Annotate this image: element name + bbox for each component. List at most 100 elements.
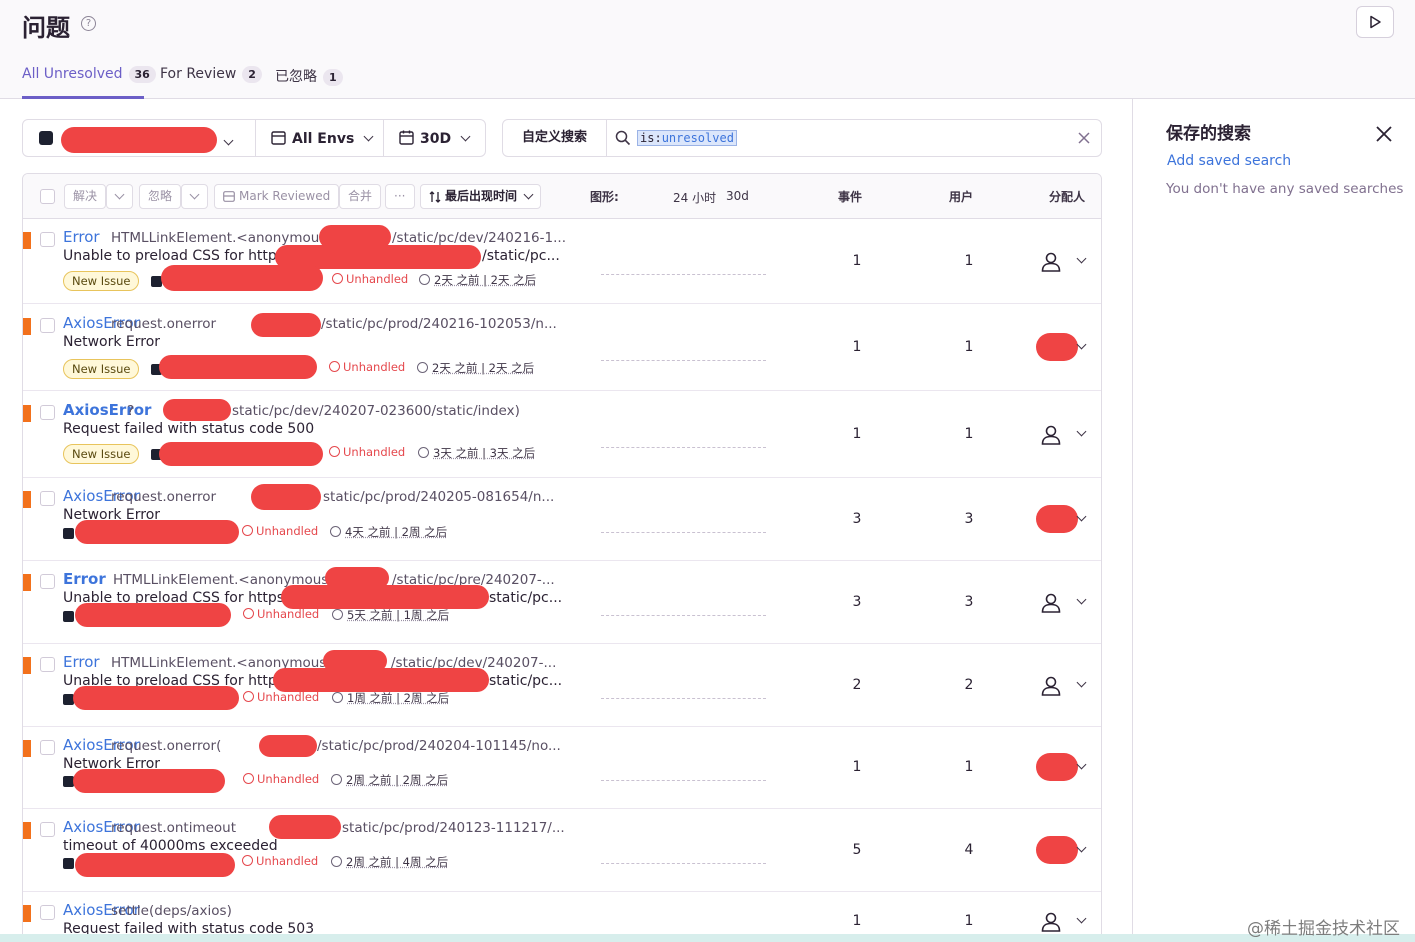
user-icon	[1041, 912, 1061, 932]
chevron-down-icon	[523, 189, 534, 200]
row-checkbox[interactable]	[40, 318, 55, 333]
issue-row[interactable]: Error HTMLLinkElement.<anonymous>/static/…	[23, 561, 1101, 644]
redacted-region	[281, 585, 489, 609]
sort-dropdown[interactable]: 最后出现时间	[420, 184, 542, 209]
row-checkbox[interactable]	[40, 574, 55, 589]
unhandled-label: Unhandled	[343, 445, 406, 459]
issue-row[interactable]: AxiosError request.onerror/static/pc/prod…	[23, 305, 1101, 391]
play-icon	[1370, 15, 1381, 29]
events-count[interactable]: 1	[842, 426, 872, 442]
clock-icon	[331, 774, 342, 785]
chevron-down-icon	[1076, 594, 1087, 604]
project-icon	[39, 131, 53, 145]
tab-ignored[interactable]: 已忽略 1	[275, 66, 343, 99]
redacted-project-name	[61, 127, 217, 153]
issue-row[interactable]: AxiosError request.ontimeout static/pc/pro…	[23, 809, 1101, 892]
clear-search-icon[interactable]	[1078, 132, 1090, 144]
env-selector[interactable]: All Envs	[271, 130, 374, 166]
play-tour-button[interactable]	[1356, 6, 1394, 38]
events-count[interactable]: 2	[842, 677, 872, 693]
help-icon[interactable]: ?	[81, 16, 96, 31]
custom-search-button[interactable]: 自定义搜索	[503, 120, 607, 156]
search-input[interactable]: is:unresolved	[637, 130, 737, 146]
redacted-region	[75, 853, 235, 877]
resolve-dropdown[interactable]	[106, 184, 133, 209]
add-saved-search-link[interactable]: Add saved search	[1167, 153, 1291, 169]
row-checkbox[interactable]	[40, 740, 55, 755]
issue-age-label: 2周 之前 | 4周 之后	[346, 855, 449, 869]
row-checkbox[interactable]	[40, 822, 55, 837]
tab-count: 1	[323, 69, 343, 86]
issue-type-link[interactable]: AxiosError	[63, 401, 151, 419]
watermark: @稀土掘金技术社区	[1247, 919, 1400, 939]
issue-age: 1周 之前 | 2周 之后	[332, 690, 449, 706]
issue-type-link[interactable]: Error	[63, 653, 100, 671]
users-count[interactable]: 1	[954, 913, 984, 929]
tab-for-review[interactable]: For Review 2	[160, 66, 262, 99]
events-count[interactable]: 3	[842, 511, 872, 527]
clock-icon	[331, 856, 342, 867]
mark-reviewed-button[interactable]: Mark Reviewed	[214, 184, 340, 209]
events-count[interactable]: 1	[842, 253, 872, 269]
issue-row[interactable]: AxiosError request.onerror static/pc/prod/…	[23, 478, 1101, 561]
level-indicator	[23, 232, 31, 249]
row-checkbox[interactable]	[40, 905, 55, 920]
unhandled-tag: Unhandled	[243, 607, 319, 621]
issue-row[interactable]: AxiosError request.onerror(/static/pc/pro…	[23, 727, 1101, 809]
issue-type-link[interactable]: Error	[63, 228, 100, 246]
events-count[interactable]: 5	[842, 842, 872, 858]
more-actions-button[interactable]: ···	[385, 184, 415, 209]
events-count[interactable]: 1	[842, 759, 872, 775]
issue-age-label: 2天 之前 | 2天 之后	[434, 273, 537, 287]
saved-searches-panel: 保存的搜索 Add saved search You don't have an…	[1132, 99, 1415, 942]
row-checkbox[interactable]	[40, 232, 55, 247]
issue-message-tail: static/pc...	[489, 590, 563, 606]
issue-type-link[interactable]: Error	[63, 570, 106, 588]
skull-icon	[329, 361, 340, 372]
users-count[interactable]: 1	[954, 759, 984, 775]
unhandled-tag: Unhandled	[329, 445, 405, 459]
merge-button[interactable]: 合并	[339, 184, 382, 209]
graph-24h-toggle[interactable]: 24 小时	[673, 189, 716, 206]
issue-row[interactable]: AxiosError? static/pc/dev/240207-023600/s…	[23, 392, 1101, 478]
users-count[interactable]: 1	[954, 253, 984, 269]
issue-age-label: 2周 之前 | 2周 之后	[346, 773, 449, 787]
redacted-region	[269, 815, 341, 839]
calendar-icon	[399, 130, 414, 145]
ignore-dropdown[interactable]	[181, 184, 208, 209]
issue-row[interactable]: Error HTMLLinkElement.<anonymous>/static/…	[23, 644, 1101, 727]
users-count[interactable]: 3	[954, 511, 984, 527]
issue-age: 2周 之前 | 4周 之后	[331, 854, 448, 870]
users-count[interactable]: 2	[954, 677, 984, 693]
unhandled-label: Unhandled	[257, 607, 320, 621]
period-label: 30D	[420, 131, 452, 147]
events-count[interactable]: 1	[842, 339, 872, 355]
close-icon[interactable]	[1373, 123, 1395, 145]
resolve-button[interactable]: 解决	[64, 184, 106, 209]
ignore-button[interactable]: 忽略	[139, 184, 181, 209]
issue-row[interactable]: Error HTMLLinkElement.<anonymous>/static/…	[23, 219, 1101, 304]
users-count[interactable]: 1	[954, 426, 984, 442]
issue-message-tail: static/pc...	[489, 673, 563, 689]
tab-all-unresolved[interactable]: All Unresolved 36	[22, 66, 156, 99]
unhandled-label: Unhandled	[346, 272, 409, 286]
project-dropdown[interactable]	[223, 132, 234, 168]
events-count[interactable]: 1	[842, 913, 872, 929]
redacted-region	[75, 520, 239, 544]
redacted-region	[163, 399, 231, 421]
users-count[interactable]: 4	[954, 842, 984, 858]
users-count[interactable]: 1	[954, 339, 984, 355]
new-issue-badge: New Issue	[63, 444, 140, 464]
period-selector[interactable]: 30D	[399, 130, 471, 166]
redacted-region	[75, 603, 231, 627]
row-checkbox[interactable]	[40, 491, 55, 506]
tab-count: 36	[128, 66, 156, 83]
events-count[interactable]: 3	[842, 594, 872, 610]
clock-icon	[332, 692, 343, 703]
issue-age: 2周 之前 | 2周 之后	[331, 772, 448, 788]
row-checkbox[interactable]	[40, 657, 55, 672]
users-count[interactable]: 3	[954, 594, 984, 610]
select-all-checkbox[interactable]	[40, 189, 55, 204]
row-checkbox[interactable]	[40, 405, 55, 420]
graph-30d-toggle[interactable]: 30d	[726, 189, 749, 203]
